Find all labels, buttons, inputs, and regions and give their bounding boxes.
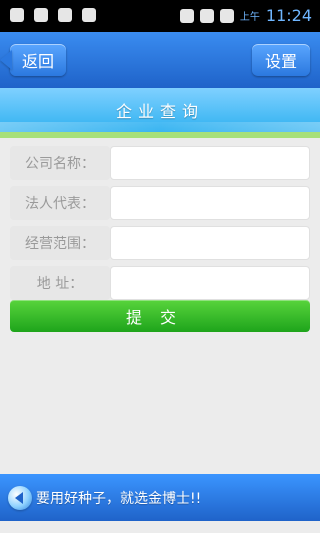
page-banner: 企业查询 [0,88,320,132]
banner-divider [0,132,320,138]
company-query-form: 公司名称： 法人代表： 经营范围： 地 址： [10,146,310,306]
speaker-icon [8,486,32,510]
battery-icon [219,8,234,23]
form-row-legal-representative: 法人代表： [10,186,310,220]
footer-slogan: 要用好种子，就选金博士!! [36,491,202,507]
form-row-address: 地 址： [10,266,310,300]
legal-representative-input[interactable] [110,186,310,220]
business-scope-label: 经营范围： [10,226,110,260]
alarm-icon [179,8,194,23]
back-button[interactable]: 返回 [10,44,66,76]
status-left-icons [10,8,96,22]
settings-button-label: 设置 [264,52,297,71]
page-title: 企业查询 [115,102,204,121]
title-bar: 返回 设置 [0,32,320,88]
signal-icon [199,8,214,23]
footer-banner: 要用好种子，就选金博士!! [0,474,320,521]
form-row-business-scope: 经营范围： [10,226,310,260]
submit-button-label: 提交 [125,308,194,327]
submit-button[interactable]: 提交 [10,300,310,332]
android-icon [34,8,48,22]
business-scope-input[interactable] [110,226,310,260]
shield-icon [58,8,72,22]
form-row-company-name: 公司名称： [10,146,310,180]
company-name-label: 公司名称： [10,146,110,180]
company-name-input[interactable] [110,146,310,180]
back-button-label: 返回 [21,52,54,71]
settings-button[interactable]: 设置 [252,44,310,76]
status-bar: 上午 11:24 [0,0,320,32]
banner-wave [0,122,320,132]
notification-icon [82,8,96,22]
usb-icon [10,8,24,22]
address-label: 地 址： [10,266,110,300]
status-time: 11:24 [265,6,312,25]
am-pm-indicator: 上午 [239,12,260,23]
legal-representative-label: 法人代表： [10,186,110,220]
status-right: 上午 11:24 [179,6,312,25]
address-input[interactable] [110,266,310,300]
